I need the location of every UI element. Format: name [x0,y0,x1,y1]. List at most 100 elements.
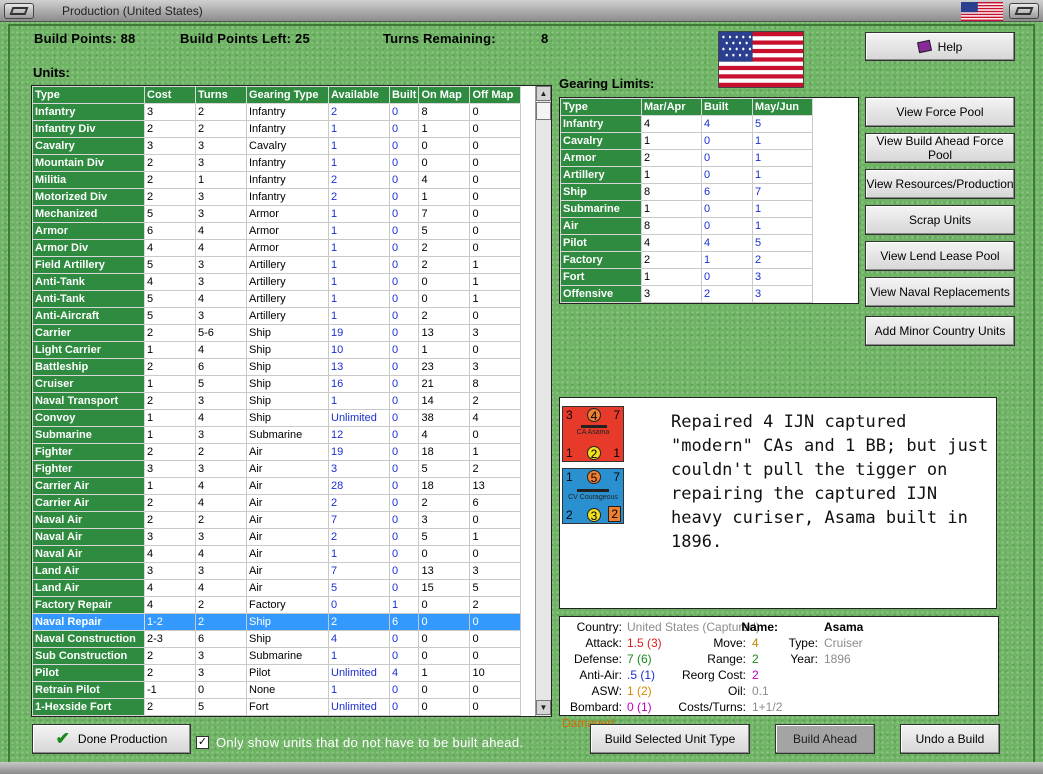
units-row[interactable]: Naval Air 3 3 Air 2 0 5 1 [32,528,522,546]
units-column-header[interactable]: On Map [418,86,471,104]
units-cell: 0 [418,290,471,308]
units-row[interactable]: Naval Repair 1-2 2 Ship 2 6 0 0 [32,613,522,631]
bombard-value: 0 (1) [627,700,652,714]
gearing-row[interactable]: Infantry 4 4 5 [560,115,813,133]
units-row[interactable]: Mountain Div 2 3 Infantry 1 0 0 0 [32,154,522,172]
units-row[interactable]: Battleship 2 6 Ship 13 0 23 3 [32,358,522,376]
system-menu-button[interactable] [4,3,34,19]
view-build-ahead-force-pool-button[interactable]: View Build Ahead Force Pool [865,133,1015,163]
units-row[interactable]: Submarine 1 3 Submarine 12 0 4 0 [32,426,522,444]
units-row[interactable]: Armor 6 4 Armor 1 0 5 0 [32,222,522,240]
done-production-label: Done Production [77,732,168,746]
gearing-row[interactable]: Pilot 4 4 5 [560,234,813,252]
units-row[interactable]: Naval Construction 2-3 6 Ship 4 0 0 0 [32,630,522,648]
build-ahead-button[interactable]: Build Ahead [775,724,875,754]
done-production-button[interactable]: ✔ Done Production [32,724,191,754]
units-cell: Air [246,511,329,529]
units-row[interactable]: Anti-Tank 5 4 Artillery 1 0 0 1 [32,290,522,308]
units-column-header[interactable]: Available [328,86,390,104]
build-selected-unit-type-button[interactable]: Build Selected Unit Type [590,724,750,754]
units-row[interactable]: Infantry 3 2 Infantry 2 0 8 0 [32,103,522,121]
scroll-down-icon[interactable]: ▼ [536,700,551,715]
gearing-row[interactable]: Submarine 1 0 1 [560,200,813,218]
units-row[interactable]: Mechanized 5 3 Armor 1 0 7 0 [32,205,522,223]
units-row[interactable]: Factory Repair 4 2 Factory 0 1 0 2 [32,596,522,614]
units-column-header[interactable]: Turns [195,86,247,104]
units-cell: 0 [388,239,420,257]
units-cell: 38 [418,409,471,427]
units-row[interactable]: Anti-Tank 4 3 Artillery 1 0 0 1 [32,273,522,291]
add-minor-country-units-button[interactable]: Add Minor Country Units [865,316,1015,346]
units-cell: Carrier Air [32,477,145,495]
units-row[interactable]: Anti-Aircraft 5 3 Artillery 1 0 2 0 [32,307,522,325]
units-column-header[interactable]: Type [32,86,145,104]
gearing-cell: 3 [752,285,813,303]
gearing-column-header[interactable]: Built [701,98,753,116]
units-row[interactable]: Naval Air 4 4 Air 1 0 0 0 [32,545,522,563]
units-row[interactable]: Fighter 3 3 Air 3 0 5 2 [32,460,522,478]
gearing-row[interactable]: Factory 2 1 2 [560,251,813,269]
units-row[interactable]: Carrier Air 1 4 Air 28 0 18 13 [32,477,522,495]
only-show-checkbox-row[interactable]: ✓ Only show units that do not have to be… [196,733,523,751]
units-row[interactable]: Land Air 3 3 Air 7 0 13 3 [32,562,522,580]
close-button[interactable] [1009,3,1039,19]
gearing-row[interactable]: Cavalry 1 0 1 [560,132,813,150]
units-row[interactable]: Sub Construction 2 3 Submarine 1 0 0 0 [32,647,522,665]
view-naval-replacements-button[interactable]: View Naval Replacements [865,277,1015,307]
gearing-cell: 2 [641,149,702,167]
gearing-row[interactable]: Offensive 3 2 3 [560,285,813,303]
gearing-row[interactable]: Ship 8 6 7 [560,183,813,201]
units-row[interactable]: Convoy 1 4 Ship Unlimited 0 38 4 [32,409,522,427]
units-cell: 1 [328,256,390,274]
units-column-header[interactable]: Gearing Type [246,86,329,104]
gearing-row[interactable]: Artillery 1 0 1 [560,166,813,184]
view-resources-production-button[interactable]: View Resources/Production [865,169,1015,199]
units-row[interactable]: Militia 2 1 Infantry 2 0 4 0 [32,171,522,189]
units-cell: 0 [388,120,420,138]
units-cell: 4 [144,239,196,257]
units-column-header[interactable]: Built [388,86,420,104]
units-column-header[interactable]: Cost [144,86,196,104]
scrap-units-button[interactable]: Scrap Units [865,205,1015,235]
view-lend-lease-pool-button[interactable]: View Lend Lease Pool [865,241,1015,271]
units-row[interactable]: Light Carrier 1 4 Ship 10 0 1 0 [32,341,522,359]
units-cell: 8 [469,375,522,393]
units-row[interactable]: Naval Air 2 2 Air 7 0 3 0 [32,511,522,529]
scroll-up-icon[interactable]: ▲ [536,86,551,101]
us-flag-icon [718,31,804,88]
units-column-header[interactable]: Off Map [469,86,522,104]
units-scrollbar[interactable]: ▲ ▼ [535,86,551,716]
gearing-column-header[interactable]: Mar/Apr [641,98,702,116]
units-row[interactable]: Retrain Pilot -1 0 None 1 0 0 0 [32,681,522,699]
gearing-row[interactable]: Fort 1 0 3 [560,268,813,286]
units-cell: Infantry [246,120,329,138]
units-row[interactable]: 1-Hexside Fort 2 5 Fort Unlimited 0 0 0 [32,698,522,716]
units-row[interactable]: Armor Div 4 4 Armor 1 0 2 0 [32,239,522,257]
units-row[interactable]: Carrier Air 2 4 Air 2 0 2 6 [32,494,522,512]
gearing-column-header[interactable]: May/Jun [752,98,813,116]
units-row[interactable]: Motorized Div 2 3 Infantry 2 0 1 0 [32,188,522,206]
units-row[interactable]: Land Air 4 4 Air 5 0 15 5 [32,579,522,597]
units-cell: 0 [469,698,522,716]
only-show-checkbox[interactable]: ✓ [196,735,209,749]
view-force-pool-button[interactable]: View Force Pool [865,97,1015,127]
units-row[interactable]: Cruiser 1 5 Ship 16 0 21 8 [32,375,522,393]
units-row[interactable]: Naval Transport 2 3 Ship 1 0 14 2 [32,392,522,410]
gearing-column-header[interactable]: Type [560,98,642,116]
gearing-row[interactable]: Armor 2 0 1 [560,149,813,167]
units-row[interactable]: Cavalry 3 3 Cavalry 1 0 0 0 [32,137,522,155]
units-cell: Artillery [246,273,329,291]
units-cell: 3 [195,256,247,274]
units-row[interactable]: Infantry Div 2 2 Infantry 1 0 1 0 [32,120,522,138]
scroll-thumb[interactable] [536,102,551,120]
units-row[interactable]: Pilot 2 3 Pilot Unlimited 4 1 10 [32,664,522,682]
cv-courageous-counter: 1 5 7 CV Courageous 2 3 2 [562,468,624,524]
units-cell: 2 [328,171,390,189]
units-row[interactable]: Fighter 2 2 Air 19 0 18 1 [32,443,522,461]
units-cell: 0 [388,698,420,716]
help-button[interactable]: Help [865,32,1015,61]
gearing-row[interactable]: Air 8 0 1 [560,217,813,235]
undo-a-build-button[interactable]: Undo a Build [900,724,1000,754]
units-row[interactable]: Field Artillery 5 3 Artillery 1 0 2 1 [32,256,522,274]
units-row[interactable]: Carrier 2 5-6 Ship 19 0 13 3 [32,324,522,342]
